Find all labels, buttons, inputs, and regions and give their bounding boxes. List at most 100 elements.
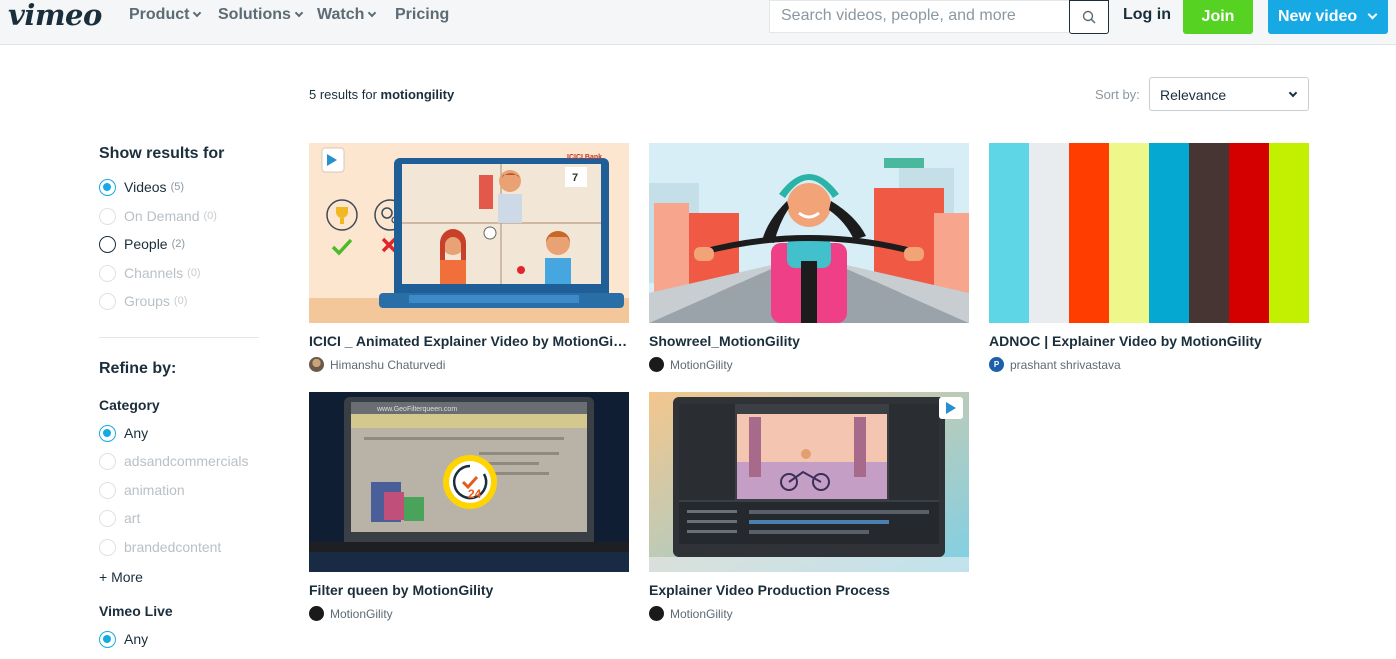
show-results-heading: Show results for [99, 145, 225, 162]
filter-queen-thumbnail-art: www.GeoFilterqueen.com 24 [309, 392, 629, 572]
sort-value: Relevance [1160, 87, 1227, 103]
filter-on-demand: On Demand (0) [99, 207, 217, 225]
nav-product-label: Product [129, 6, 190, 23]
radio-disabled [99, 264, 116, 282]
results-query: motiongility [380, 87, 455, 102]
nav-watch[interactable]: Watch [317, 6, 377, 24]
radio-selected[interactable] [99, 630, 116, 648]
filter-groups: Groups (0) [99, 292, 187, 310]
video-title[interactable]: Filter queen by MotionGility [309, 582, 629, 598]
search-button[interactable] [1069, 0, 1109, 34]
new-video-button[interactable]: New video [1268, 0, 1388, 34]
avatar [649, 357, 664, 372]
video-title[interactable]: Showreel_MotionGility [649, 333, 969, 349]
chevron-down-icon [193, 8, 202, 18]
nav-solutions[interactable]: Solutions [218, 6, 304, 24]
video-author[interactable]: MotionGility [649, 606, 969, 621]
live-any[interactable]: Any [99, 630, 148, 648]
video-card[interactable]: www.GeoFilterqueen.com 24 Filter queen b… [309, 392, 629, 621]
radio-selected[interactable] [99, 424, 116, 442]
category-any[interactable]: Any [99, 424, 148, 442]
more-categories-link[interactable]: + More [99, 569, 143, 585]
radio-selected[interactable] [99, 178, 116, 196]
category-label: art [124, 510, 141, 526]
video-title[interactable]: Explainer Video Production Process [649, 582, 969, 598]
avatar [649, 606, 664, 621]
editor-thumbnail-art [649, 392, 969, 572]
video-thumbnail[interactable] [649, 143, 969, 323]
avatar [309, 357, 324, 372]
clock-number-text: 24 [468, 487, 482, 501]
video-author[interactable]: MotionGility [649, 357, 969, 372]
sidebar-divider [99, 337, 259, 338]
color-stripe [1029, 143, 1069, 323]
search-icon [1082, 10, 1096, 24]
video-title[interactable]: ICICI _ Animated Explainer Video by Moti… [309, 333, 629, 349]
avatar [309, 606, 324, 621]
icici-bank-text: ICICI Bank [567, 154, 602, 161]
video-title[interactable]: ADNOC | Explainer Video by MotionGility [989, 333, 1309, 349]
radio-disabled [99, 538, 116, 556]
chevron-down-icon [1367, 9, 1378, 20]
icici-thumbnail-art: 7 ICICI Bank [309, 143, 629, 323]
video-card[interactable]: ADNOC | Explainer Video by MotionGility … [989, 143, 1309, 372]
video-thumbnail[interactable] [989, 143, 1309, 323]
vimeo-live-heading: Vimeo Live [99, 603, 173, 619]
author-name: MotionGility [670, 606, 733, 621]
nav-watch-label: Watch [317, 6, 365, 23]
category-label: adsandcommercials [124, 453, 249, 469]
video-author[interactable]: P prashant shrivastava [989, 357, 1309, 372]
filter-label: Channels [124, 265, 184, 281]
nav-pricing[interactable]: Pricing [395, 6, 449, 24]
radio-disabled [99, 452, 116, 470]
category-brandedcontent: brandedcontent [99, 538, 221, 556]
refine-heading: Refine by: [99, 360, 177, 377]
filter-videos[interactable]: Videos (5) [99, 178, 184, 196]
filter-label: Videos [124, 179, 167, 195]
color-stripe [1269, 143, 1309, 323]
author-name: Himanshu Chaturvedi [330, 357, 446, 372]
category-label: animation [124, 482, 185, 498]
category-heading: Category [99, 397, 160, 413]
video-card[interactable]: 7 ICICI Bank ICICI _ Animated Explainer … [309, 143, 629, 372]
chevron-down-icon [368, 8, 377, 18]
filter-label: On Demand [124, 208, 200, 224]
category-adsandcommercials: adsandcommercials [99, 452, 249, 470]
color-stripe [989, 143, 1029, 323]
join-button[interactable]: Join [1183, 0, 1253, 34]
filter-channels: Channels (0) [99, 264, 201, 282]
radio-unselected[interactable] [99, 235, 116, 253]
sort-label: Sort by: [1095, 87, 1140, 102]
video-thumbnail[interactable]: www.GeoFilterqueen.com 24 [309, 392, 629, 572]
avatar: P [989, 357, 1004, 372]
login-link[interactable]: Log in [1123, 6, 1171, 24]
showreel-thumbnail-art [649, 143, 969, 323]
filter-people[interactable]: People (2) [99, 235, 185, 253]
search-input[interactable]: Search videos, people, and more [769, 0, 1069, 33]
sort-select[interactable]: Relevance [1149, 77, 1309, 111]
chevron-down-icon [294, 8, 304, 18]
video-author[interactable]: MotionGility [309, 606, 629, 621]
radio-disabled [99, 481, 116, 499]
video-card[interactable]: Showreel_MotionGility MotionGility [649, 143, 969, 372]
filter-count: (5) [170, 181, 185, 193]
new-video-label: New video [1278, 8, 1358, 25]
category-label: Any [124, 425, 149, 441]
filter-label: Groups [124, 293, 170, 309]
video-thumbnail[interactable] [649, 392, 969, 572]
video-card[interactable]: Explainer Video Production Process Motio… [649, 392, 969, 621]
filter-count: (0) [203, 210, 217, 222]
chevron-down-icon [1288, 88, 1298, 98]
color-stripe [1069, 143, 1109, 323]
results-count: 5 results for motiongility [309, 87, 454, 102]
video-author[interactable]: Himanshu Chaturvedi [309, 357, 629, 372]
color-stripe [1149, 143, 1189, 323]
filter-count: (2) [171, 238, 186, 250]
video-thumbnail[interactable]: 7 ICICI Bank [309, 143, 629, 323]
nav-product[interactable]: Product [129, 6, 202, 24]
filter-count: (0) [173, 295, 188, 307]
top-navigation-bar: vimeo Product Solutions Watch Pricing Se… [0, 0, 1396, 45]
filter-label: People [124, 236, 168, 252]
nav-solutions-label: Solutions [218, 6, 291, 23]
vimeo-logo[interactable]: vimeo [8, 0, 102, 32]
